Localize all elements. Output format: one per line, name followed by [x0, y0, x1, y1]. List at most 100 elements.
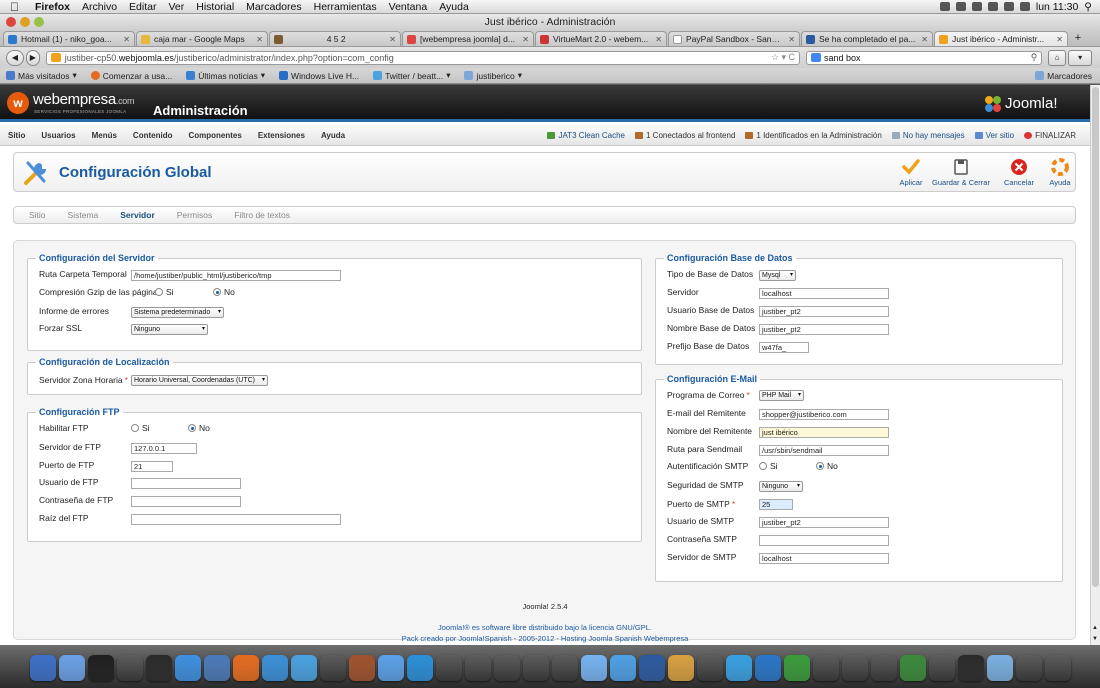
browser-tab[interactable]: PayPal Sandbox - Sandb... ✕ [668, 31, 800, 46]
license-link[interactable]: Joomla!® es software libre distribuido b… [0, 623, 1090, 632]
bookmark-item[interactable]: Windows Live H... [279, 71, 359, 81]
dock-app-icon[interactable] [986, 655, 1013, 681]
scroll-up-icon[interactable]: ▲ [1092, 625, 1098, 631]
menu-editar[interactable]: Editar [123, 1, 162, 13]
dock-app-icon[interactable] [174, 655, 201, 681]
browser-tab[interactable]: VirtueMart 2.0 - webem... ✕ [535, 31, 667, 46]
gzip-yes-radio[interactable]: Si [155, 287, 174, 297]
menu-marcadores[interactable]: Marcadores [240, 1, 307, 13]
apple-menu-icon[interactable]:  [0, 0, 29, 14]
addon-button[interactable]: ▾ [1068, 49, 1092, 66]
clock[interactable]: lun 11:30 [1036, 1, 1078, 13]
dock-app-icon[interactable] [552, 655, 578, 681]
browser-tab[interactable]: Se ha completado el pa... ✕ [801, 31, 933, 46]
bookmark-folder[interactable]: justiberico ▾ [464, 70, 522, 81]
tab-close-icon[interactable]: ✕ [256, 35, 263, 44]
dock-app-icon[interactable] [754, 655, 781, 681]
help-button[interactable]: Ayuda [1045, 158, 1075, 187]
dock-app-icon[interactable] [899, 655, 926, 681]
browser-tab[interactable]: 4 5 2 ✕ [269, 31, 401, 46]
smtp-host-input[interactable]: localhost [759, 553, 889, 564]
menu-historial[interactable]: Historial [190, 1, 240, 13]
browser-tab-active[interactable]: Just ibérico - Administr... ✕ [934, 31, 1068, 46]
menu-ver[interactable]: Ver [162, 1, 190, 13]
browser-tab[interactable]: Hotmail (1) - niko_goa... ✕ [3, 31, 135, 46]
smtp-auth-no-radio[interactable]: No [816, 461, 838, 471]
close-window-button[interactable] [6, 17, 16, 27]
menu-sitio[interactable]: Sitio [0, 131, 33, 140]
tab-close-icon[interactable]: ✕ [788, 35, 795, 44]
dock-app-icon[interactable] [29, 655, 56, 681]
force-ssl-select[interactable]: Ninguno ▾ [131, 324, 208, 335]
dock-app-icon[interactable] [725, 655, 752, 681]
tray-icon[interactable] [955, 2, 966, 11]
menu-componentes[interactable]: Componentes [180, 131, 249, 140]
dock-app-icon[interactable] [261, 655, 288, 681]
dock-app-icon[interactable] [58, 655, 85, 681]
url-bar[interactable]: justiber-cp50. webjoomla.es/justiberico/a… [45, 50, 801, 65]
search-engine-icon[interactable] [811, 53, 822, 62]
mailer-select[interactable]: PHP Mail ▾ [759, 390, 804, 401]
dock-app-icon[interactable] [87, 655, 114, 681]
browser-tab[interactable]: caja mar - Google Maps ✕ [136, 31, 268, 46]
ftp-root-input[interactable] [131, 514, 341, 525]
battery-icon[interactable] [1019, 2, 1030, 11]
bookmark-item[interactable]: Más visitados ▾ [6, 70, 77, 81]
dock-app-icon[interactable] [609, 655, 636, 681]
tray-icon[interactable] [939, 2, 950, 11]
view-site-link[interactable]: Ver sitio [974, 131, 1014, 140]
bookmarks-menu[interactable]: Marcadores [1035, 71, 1100, 81]
dock-app-icon[interactable] [667, 655, 694, 681]
logout-link[interactable]: FINALIZAR [1024, 131, 1076, 140]
scroll-down-icon[interactable]: ▼ [1092, 636, 1098, 642]
from-name-input[interactable]: just ibérico [759, 427, 889, 438]
db-user-input[interactable]: justiber_pt2 [759, 306, 889, 317]
dock-app-icon[interactable] [494, 655, 520, 681]
timezone-select[interactable]: Horario Universal, Coordenadas (UTC) ▾ [131, 375, 268, 386]
app-menu[interactable]: Firefox [29, 1, 76, 13]
apply-button[interactable]: Aplicar [897, 158, 925, 187]
scrollbar-thumb[interactable] [1092, 87, 1099, 587]
tab-close-icon[interactable]: ✕ [1056, 35, 1063, 44]
save-close-button[interactable]: Guardar & Cerrar [929, 158, 993, 187]
spotlight-icon[interactable]: ⚲ [1084, 1, 1092, 13]
menu-ventana[interactable]: Ventana [383, 1, 434, 13]
dock-app-icon[interactable] [697, 655, 723, 681]
zoom-window-button[interactable] [34, 17, 44, 27]
dock-app-icon[interactable] [320, 655, 346, 681]
ftp-port-input[interactable]: 21 [131, 461, 173, 472]
error-report-select[interactable]: Sistema predeterminado ▾ [131, 307, 224, 318]
db-prefix-input[interactable]: w47fa_ [759, 342, 809, 353]
db-server-input[interactable]: localhost [759, 288, 889, 299]
dock-app-icon[interactable] [436, 655, 462, 681]
clean-cache-link[interactable]: JAT3 Clean Cache [547, 131, 625, 140]
sendmail-input[interactable]: /usr/sbin/sendmail [759, 445, 889, 456]
vertical-scrollbar[interactable]: ▲ ▼ [1090, 85, 1100, 645]
back-button[interactable]: ◀ [6, 49, 24, 66]
pack-credit-link[interactable]: Pack creado por Joomla!Spanish - 2005-20… [0, 634, 1090, 643]
mail-from-input[interactable]: shopper@justiberico.com [759, 409, 889, 420]
dock-app-icon[interactable] [232, 655, 259, 681]
dock-app-icon[interactable] [348, 655, 375, 681]
ftp-pass-input[interactable] [131, 496, 241, 507]
smtp-user-input[interactable]: justiber_pt2 [759, 517, 889, 528]
dock-app-icon[interactable] [842, 655, 868, 681]
search-icon[interactable]: ⚲ [1031, 52, 1038, 63]
db-name-input[interactable]: justiber_pt2 [759, 324, 889, 335]
wifi-icon[interactable] [987, 2, 998, 11]
cancel-button[interactable]: Cancelar [1001, 158, 1037, 187]
ftp-yes-radio[interactable]: Si [131, 423, 150, 433]
home-icon[interactable]: ⌂ [1048, 49, 1067, 66]
menu-extensiones[interactable]: Extensiones [250, 131, 313, 140]
new-tab-button[interactable]: + [1069, 31, 1087, 46]
messages-link[interactable]: No hay mensajes [891, 131, 965, 140]
dock-app-icon[interactable] [290, 655, 317, 681]
smtp-port-input[interactable]: 25 [759, 499, 793, 510]
menu-usuarios[interactable]: Usuarios [33, 131, 83, 140]
dock-app-icon[interactable] [871, 655, 897, 681]
bookmark-item[interactable]: Twitter / beatt... ▾ [373, 70, 450, 81]
tab-sistema[interactable]: Sistema [57, 210, 110, 220]
dock-app-icon[interactable] [813, 655, 839, 681]
menu-archivo[interactable]: Archivo [76, 1, 123, 13]
dock-app-icon[interactable] [783, 655, 810, 681]
